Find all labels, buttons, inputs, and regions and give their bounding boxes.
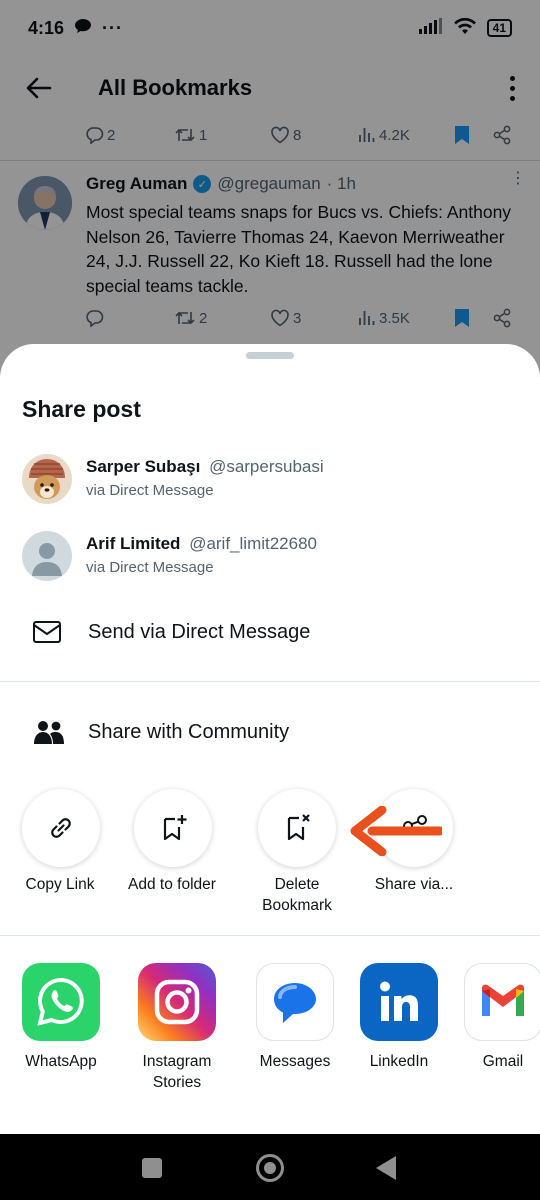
share-via-label: Share via... <box>374 876 454 893</box>
send-dm-label: Send via Direct Message <box>88 620 311 643</box>
annotation-arrow-icon <box>350 806 442 856</box>
gmail-app[interactable] <box>464 963 540 1041</box>
sheet-title: Share post <box>22 396 141 422</box>
contact-handle: @arif_limit22680 <box>189 534 318 553</box>
link-icon <box>51 818 71 838</box>
avatar <box>22 454 72 504</box>
linkedin-label: LinkedIn <box>369 1053 429 1070</box>
send-dm-button[interactable]: Send via Direct Message <box>22 610 522 654</box>
home-button[interactable] <box>256 1154 284 1182</box>
share-community-label: Share with Community <box>88 720 290 743</box>
drag-handle[interactable] <box>246 352 294 359</box>
instagram-icon <box>154 979 200 1025</box>
delete-bookmark-icon <box>287 814 310 841</box>
divider <box>0 681 540 682</box>
contact-name: Sarper Subaşı <box>86 457 201 476</box>
divider <box>0 935 540 936</box>
delete-bookmark-button[interactable] <box>258 789 336 867</box>
copy-link-button[interactable] <box>22 789 100 867</box>
whatsapp-label: WhatsApp <box>25 1053 97 1070</box>
messages-label: Messages <box>259 1053 331 1070</box>
instagram-stories-label: Instagram Stories <box>142 1053 212 1091</box>
gmail-icon <box>482 984 524 1016</box>
system-back-button[interactable] <box>376 1156 396 1180</box>
messages-app[interactable] <box>256 963 334 1041</box>
contact-name: Arif Limited <box>86 534 181 553</box>
add-to-folder-button[interactable] <box>134 789 212 867</box>
contact-handle: @sarpersubasi <box>209 457 324 476</box>
default-avatar-icon <box>22 531 72 581</box>
contact-row[interactable]: Arif Limited @arif_limit22680 via Direct… <box>22 531 522 587</box>
whatsapp-app[interactable] <box>22 963 100 1041</box>
share-sheet: Share post Sarper Subaşı @sarpersubasi v… <box>0 344 540 1134</box>
contact-subtitle: via Direct Message <box>86 559 214 576</box>
contact-subtitle: via Direct Message <box>86 482 214 499</box>
add-folder-icon <box>163 815 187 841</box>
gmail-label: Gmail <box>482 1053 524 1070</box>
contact-row[interactable]: Sarper Subaşı @sarpersubasi via Direct M… <box>22 454 522 510</box>
mail-icon <box>22 616 74 648</box>
community-icon <box>22 716 74 748</box>
delete-bookmark-label: Delete Bookmark <box>262 876 332 914</box>
whatsapp-icon <box>37 977 84 1026</box>
messages-icon <box>274 983 316 1023</box>
linkedin-icon <box>380 981 418 1021</box>
add-to-folder-label: Add to folder <box>128 876 216 893</box>
system-nav-bar <box>0 1134 540 1200</box>
instagram-stories-app[interactable] <box>138 963 216 1041</box>
recents-button[interactable] <box>142 1158 162 1178</box>
contact-identity: Arif Limited @arif_limit22680 <box>86 534 317 554</box>
linkedin-app[interactable] <box>360 963 438 1041</box>
contact-identity: Sarper Subaşı @sarpersubasi <box>86 457 324 477</box>
share-community-button[interactable]: Share with Community <box>22 710 522 754</box>
copy-link-label: Copy Link <box>25 876 95 893</box>
